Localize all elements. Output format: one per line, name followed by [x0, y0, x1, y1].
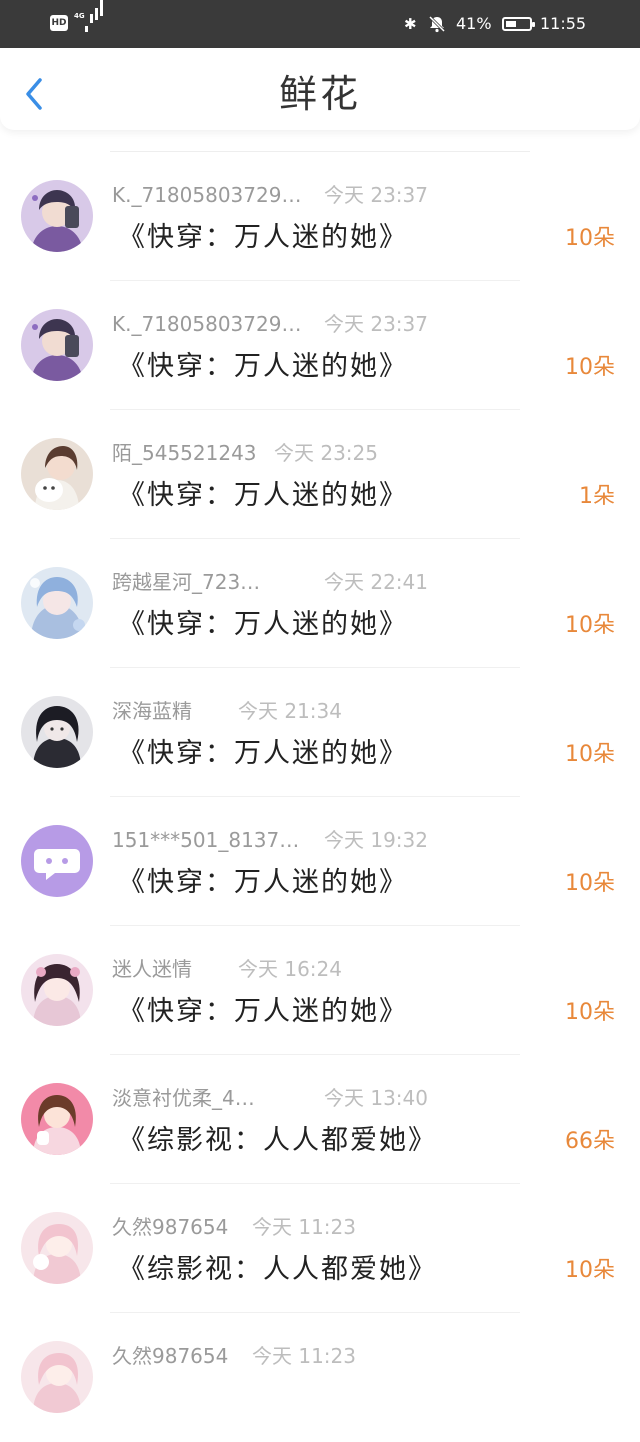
timestamp: 今天 21:34 [238, 699, 342, 723]
book-title[interactable]: 《快穿：万人迷的她》 [118, 478, 408, 514]
status-bar: HD 4G ✱ 41% 11:55 [0, 0, 640, 48]
avatar[interactable] [21, 567, 93, 639]
avatar[interactable] [21, 954, 93, 1026]
flower-count: 10朵 [565, 742, 615, 767]
network-type: 4G [74, 12, 85, 20]
book-title[interactable]: 《综影视：人人都爱她》 [118, 1123, 437, 1159]
book-title[interactable]: 《快穿：万人迷的她》 [118, 994, 408, 1030]
book-title[interactable]: 《快穿：万人迷的她》 [118, 220, 408, 256]
list-item[interactable]: 陌_545521243 今天 23:25 《快穿：万人迷的她》 1朵 [0, 410, 640, 539]
avatar[interactable] [21, 309, 93, 381]
flower-count: 66朵 [565, 1129, 615, 1154]
timestamp: 今天 23:25 [274, 441, 378, 465]
avatar[interactable] [21, 1083, 93, 1155]
user-name: 久然987654 [112, 1344, 229, 1368]
list-item[interactable]: 深海蓝精 今天 21:34 《快穿：万人迷的她》 10朵 [0, 668, 640, 797]
timestamp: 今天 23:37 [324, 183, 428, 207]
flower-count: 10朵 [565, 871, 615, 896]
book-title[interactable]: 《综影视：人人都爱她》 [118, 1252, 437, 1288]
book-title[interactable]: 《快穿：万人迷的她》 [118, 349, 408, 385]
list-item[interactable]: K._71805803729… 今天 23:37 《快穿：万人迷的她》 10朵 [0, 281, 640, 410]
avatar[interactable] [21, 438, 93, 510]
timestamp: 今天 19:32 [324, 828, 428, 852]
hd-badge: HD [50, 15, 68, 31]
flower-count: 10朵 [565, 1000, 615, 1025]
flower-count: 10朵 [565, 613, 615, 638]
timestamp: 今天 13:40 [324, 1086, 428, 1110]
timestamp: 今天 11:23 [252, 1344, 356, 1368]
header: 鲜花 [0, 48, 640, 130]
user-name: 淡意衬优柔_4… [112, 1086, 255, 1110]
list-item[interactable]: 久然987654 今天 11:23 [0, 1313, 640, 1442]
user-name: 陌_545521243 [112, 441, 257, 465]
bluetooth-icon: ✱ [404, 15, 417, 33]
timestamp: 今天 11:23 [252, 1215, 356, 1239]
user-name: K._71805803729… [112, 312, 302, 336]
list-item[interactable]: 迷人迷情 今天 16:24 《快穿：万人迷的她》 10朵 [0, 926, 640, 1055]
avatar[interactable] [21, 1212, 93, 1284]
avatar[interactable] [21, 180, 93, 252]
list-item[interactable]: 久然987654 今天 11:23 《综影视：人人都爱她》 10朵 [0, 1184, 640, 1313]
page-title: 鲜花 [278, 72, 361, 116]
user-name: 久然987654 [112, 1215, 229, 1239]
user-name: 跨越星河_723… [112, 570, 261, 594]
avatar[interactable] [21, 696, 93, 768]
list-item[interactable]: 跨越星河_723… 今天 22:41 《快穿：万人迷的她》 10朵 [0, 539, 640, 668]
user-name: K._71805803729… [112, 183, 302, 207]
flower-count: 1朵 [579, 484, 615, 509]
list-item[interactable]: 淡意衬优柔_4… 今天 13:40 《综影视：人人都爱她》 66朵 [0, 1055, 640, 1184]
timestamp: 今天 22:41 [324, 570, 428, 594]
user-name: 151***501_8137… [112, 828, 300, 852]
mute-icon [428, 15, 446, 37]
book-title[interactable]: 《快穿：万人迷的她》 [118, 607, 408, 643]
user-name: 迷人迷情 [112, 957, 192, 981]
user-name: 深海蓝精 [112, 699, 192, 723]
flower-count: 10朵 [565, 226, 615, 251]
avatar[interactable] [21, 825, 93, 897]
avatar[interactable] [21, 1341, 93, 1413]
list-item[interactable]: 151***501_8137… 今天 19:32 《快穿：万人迷的她》 10朵 [0, 797, 640, 926]
battery-percent: 41% [456, 14, 492, 33]
book-title[interactable]: 《快穿：万人迷的她》 [118, 736, 408, 772]
list-item[interactable]: K._71805803729… 今天 23:37 《快穿：万人迷的她》 10朵 [0, 152, 640, 281]
clock: 11:55 [540, 14, 587, 33]
book-title[interactable]: 《快穿：万人迷的她》 [118, 865, 408, 901]
timestamp: 今天 23:37 [324, 312, 428, 336]
flower-count: 10朵 [565, 1258, 615, 1283]
timestamp: 今天 16:24 [238, 957, 342, 981]
flower-count: 10朵 [565, 355, 615, 380]
battery-icon [502, 17, 535, 31]
